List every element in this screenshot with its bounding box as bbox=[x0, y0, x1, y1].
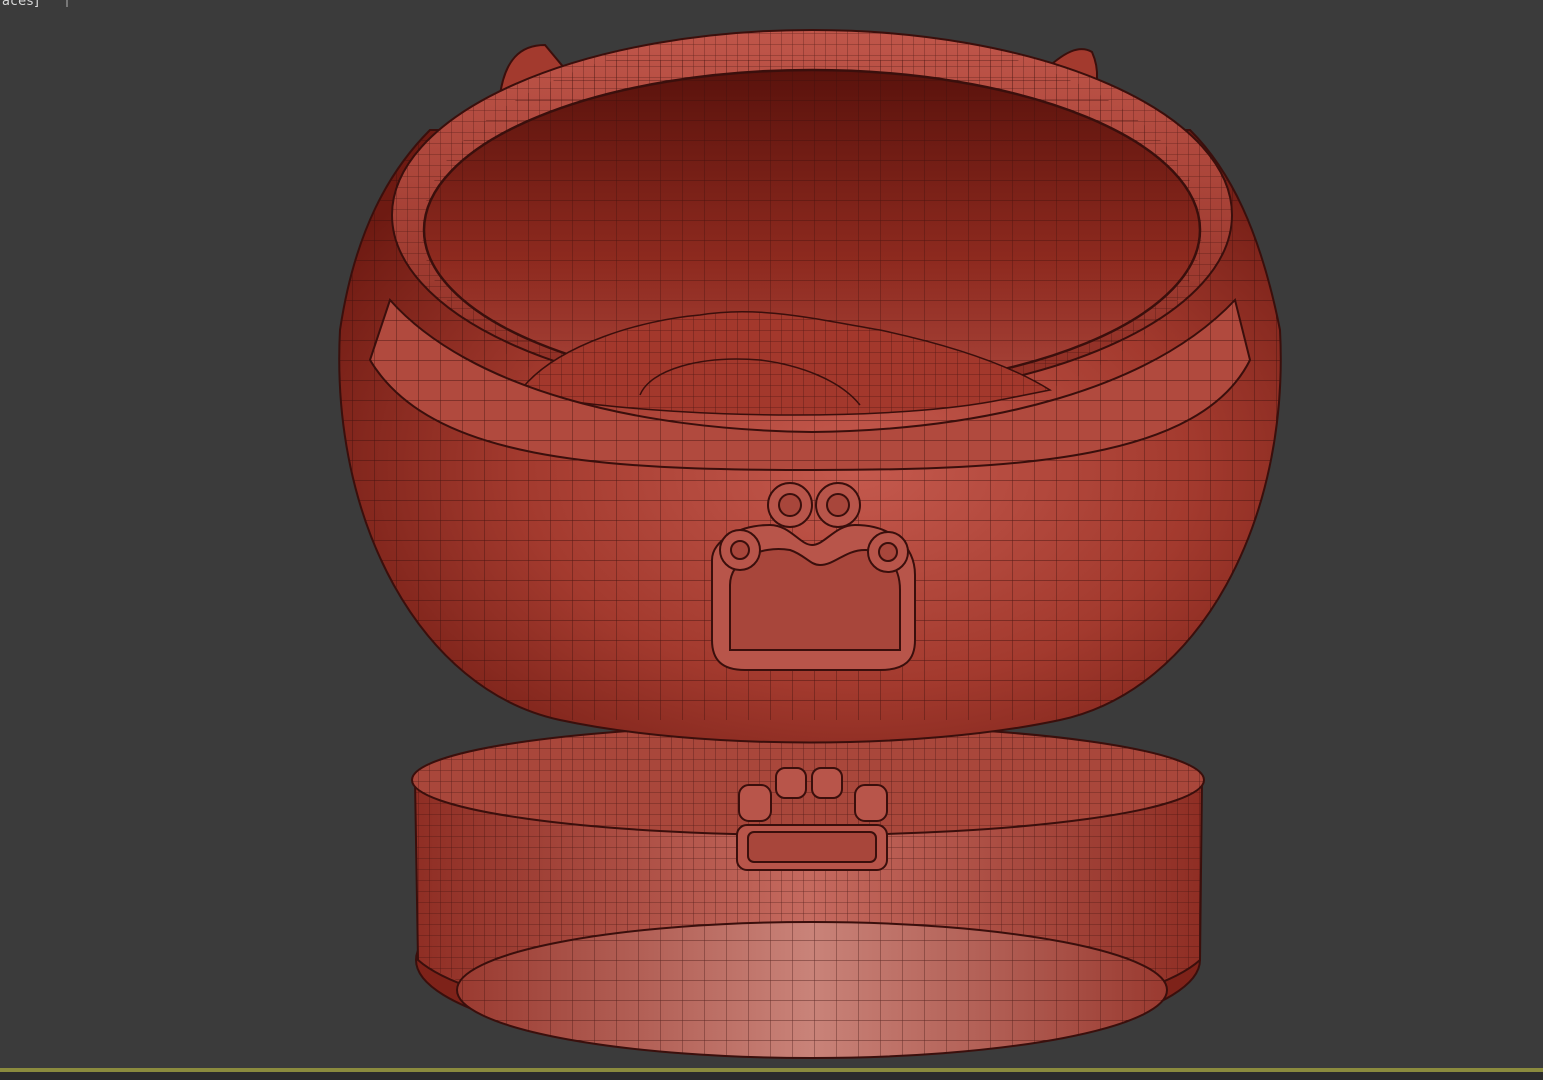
viewport-bottom-edge bbox=[0, 1072, 1543, 1080]
3d-viewport[interactable]: aces] bbox=[0, 0, 1543, 1080]
pet-bed-model[interactable] bbox=[0, 0, 1543, 1068]
base-ring bbox=[411, 724, 1205, 1059]
